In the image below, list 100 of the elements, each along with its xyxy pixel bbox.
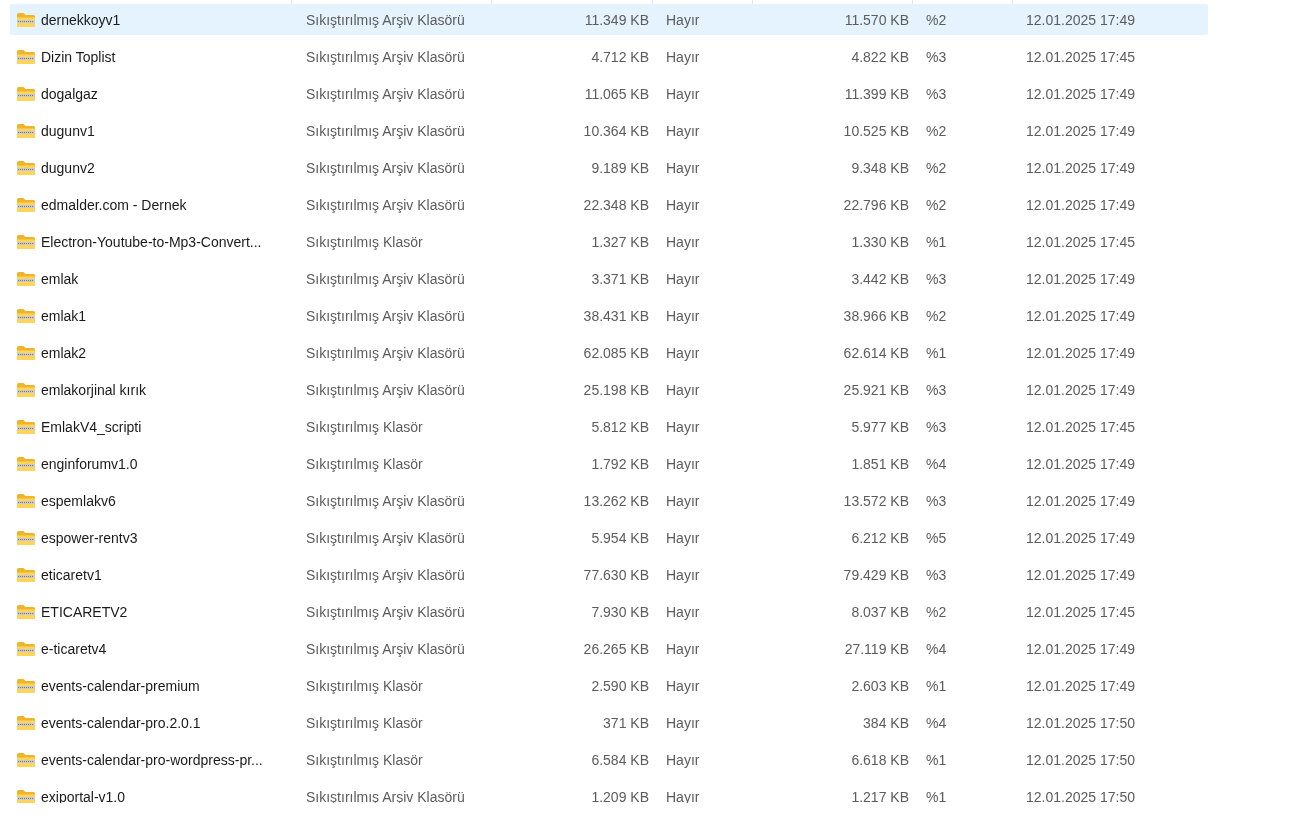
file-type: Sıkıştırılmış Arşiv Klasörü	[306, 270, 466, 287]
protected-status: Hayır	[666, 677, 701, 694]
file-row[interactable]: eticaretv1 Sıkıştırılmış Arşiv Klasörü 77.630 KB Hayır 79.429 KB %3 12.01.2025 17:49	[10, 559, 1208, 590]
file-row[interactable]: Dizin Toplist Sıkıştırılmış Arşiv Klasörü 4.712 KB Hayır 4.822 KB %3 12.01.2025 17:45	[10, 41, 1208, 72]
protected-status: Hayır	[666, 11, 701, 28]
modified-date: 12.01.2025 17:50	[1026, 751, 1135, 768]
protected-status: Hayır	[666, 270, 701, 287]
modified-date: 12.01.2025 17:45	[1026, 48, 1135, 65]
file-row[interactable]: edmalder.com - Dernek Sıkıştırılmış Arşiv Klasörü 22.348 KB Hayır 22.796 KB %2 12.01.2025 17:49	[10, 189, 1208, 220]
zip-folder-icon	[16, 344, 36, 361]
modified-date: 12.01.2025 17:49	[1026, 566, 1135, 583]
file-row[interactable]: emlak2 Sıkıştırılmış Arşiv Klasörü 62.085 KB Hayır 62.614 KB %1 12.01.2025 17:49	[10, 337, 1208, 368]
file-size: 8.037 KB	[850, 603, 909, 620]
zip-folder-icon	[16, 270, 36, 287]
file-row[interactable]: dugunv2 Sıkıştırılmış Arşiv Klasörü 9.189 KB Hayır 9.348 KB %2 12.01.2025 17:49	[10, 152, 1208, 183]
file-size: 4.822 KB	[850, 48, 909, 65]
modified-date: 12.01.2025 17:49	[1026, 529, 1135, 546]
packed-size: 5.812 KB	[590, 418, 649, 435]
modified-date: 12.01.2025 17:49	[1026, 381, 1135, 398]
compression-ratio: %3	[926, 85, 948, 102]
file-name: emlak1	[41, 307, 87, 324]
modified-date: 12.01.2025 17:49	[1026, 344, 1135, 361]
protected-status: Hayır	[666, 603, 701, 620]
file-size: 27.119 KB	[843, 640, 909, 657]
file-row[interactable]: ETICARETV2 Sıkıştırılmış Arşiv Klasörü 7.930 KB Hayır 8.037 KB %2 12.01.2025 17:45	[10, 596, 1208, 627]
file-row[interactable]: emlak1 Sıkıştırılmış Arşiv Klasörü 38.431 KB Hayır 38.966 KB %2 12.01.2025 17:49	[10, 300, 1208, 331]
compression-ratio: %3	[926, 381, 948, 398]
protected-status: Hayır	[666, 640, 701, 657]
zip-folder-icon	[16, 492, 36, 509]
compression-ratio: %2	[926, 11, 948, 28]
zip-folder-icon	[16, 788, 36, 803]
modified-date: 12.01.2025 17:49	[1026, 122, 1135, 139]
compression-ratio: %1	[926, 344, 948, 361]
file-row[interactable]: emlakorjinal kırık Sıkıştırılmış Arşiv Klasörü 25.198 KB Hayır 25.921 KB %3 12.01.2025 17:49	[10, 374, 1208, 405]
file-row[interactable]: emlak Sıkıştırılmış Arşiv Klasörü 3.371 KB Hayır 3.442 KB %3 12.01.2025 17:49	[10, 263, 1208, 294]
compression-ratio: %3	[926, 566, 948, 583]
file-size: 384 KB	[862, 714, 909, 731]
file-name: emlakorjinal kırık	[41, 381, 147, 398]
file-name: EmlakV4_scripti	[41, 418, 142, 435]
compression-ratio: %3	[926, 418, 948, 435]
file-type: Sıkıştırılmış Arşiv Klasörü	[306, 529, 466, 546]
zip-folder-icon	[16, 566, 36, 583]
file-row[interactable]: enginforumv1.0 Sıkıştırılmış Klasör 1.792 KB Hayır 1.851 KB %4 12.01.2025 17:49	[10, 448, 1208, 479]
file-name: e-ticaretv4	[41, 640, 107, 657]
zip-folder-icon	[16, 455, 36, 472]
file-row[interactable]: espower-rentv3 Sıkıştırılmış Arşiv Klasörü 5.954 KB Hayır 6.212 KB %5 12.01.2025 17:49	[10, 522, 1208, 553]
protected-status: Hayır	[666, 529, 701, 546]
file-row[interactable]: dernekkoyv1 Sıkıştırılmış Arşiv Klasörü 11.349 KB Hayır 11.570 KB %2 12.01.2025 17:49	[10, 4, 1208, 35]
file-row[interactable]: events-calendar-pro-wordpress-pr... Sıkıştırılmış Klasör 6.584 KB Hayır 6.618 KB %1 12.01.2025 17:50	[10, 744, 1208, 775]
file-name: events-calendar-pro.2.0.1	[41, 714, 201, 731]
packed-size: 9.189 KB	[590, 159, 649, 176]
zip-folder-icon	[16, 85, 36, 102]
zip-folder-icon	[16, 122, 36, 139]
file-size: 25.921 KB	[842, 381, 909, 398]
protected-status: Hayır	[666, 159, 701, 176]
modified-date: 12.01.2025 17:45	[1026, 418, 1135, 435]
file-row[interactable]: dugunv1 Sıkıştırılmış Arşiv Klasörü 10.364 KB Hayır 10.525 KB %2 12.01.2025 17:49	[10, 115, 1208, 146]
file-name: dernekkoyv1	[41, 11, 121, 28]
file-name: emlak	[41, 270, 79, 287]
file-type: Sıkıştırılmış Arşiv Klasörü	[306, 566, 466, 583]
packed-size: 11.349 KB	[583, 11, 649, 28]
zip-folder-icon	[16, 307, 36, 324]
file-size: 1.330 KB	[850, 233, 909, 250]
packed-size: 10.364 KB	[582, 122, 649, 139]
file-row[interactable]: Electron-Youtube-to-Mp3-Convert... Sıkıştırılmış Klasör 1.327 KB Hayır 1.330 KB %1 12.01.2025 17:45	[10, 226, 1208, 257]
file-name: ETICARETV2	[41, 603, 128, 620]
modified-date: 12.01.2025 17:49	[1026, 196, 1135, 213]
file-name: enginforumv1.0	[41, 455, 138, 472]
modified-date: 12.01.2025 17:49	[1026, 307, 1135, 324]
file-row[interactable]: EmlakV4_scripti Sıkıştırılmış Klasör 5.812 KB Hayır 5.977 KB %3 12.01.2025 17:45	[10, 411, 1208, 442]
file-row[interactable]: e-ticaretv4 Sıkıştırılmış Arşiv Klasörü 26.265 KB Hayır 27.119 KB %4 12.01.2025 17:49	[10, 633, 1208, 664]
zip-folder-icon	[16, 677, 36, 694]
file-size: 3.442 KB	[850, 270, 909, 287]
compression-ratio: %2	[926, 307, 948, 324]
file-type: Sıkıştırılmış Arşiv Klasörü	[306, 603, 466, 620]
file-size: 2.603 KB	[850, 677, 909, 694]
file-row[interactable]: espemlakv6 Sıkıştırılmış Arşiv Klasörü 13.262 KB Hayır 13.572 KB %3 12.01.2025 17:49	[10, 485, 1208, 516]
packed-size: 1.327 KB	[590, 233, 649, 250]
modified-date: 12.01.2025 17:49	[1026, 159, 1135, 176]
file-type: Sıkıştırılmış Arşiv Klasörü	[306, 159, 466, 176]
file-name: Dizin Toplist	[41, 48, 116, 65]
compression-ratio: %3	[926, 48, 948, 65]
file-type: Sıkıştırılmış Arşiv Klasörü	[306, 492, 466, 509]
file-row[interactable]: events-calendar-pro.2.0.1 Sıkıştırılmış Klasör 371 KB Hayır 384 KB %4 12.01.2025 17:50	[10, 707, 1208, 738]
protected-status: Hayır	[666, 122, 701, 139]
zip-folder-icon	[16, 381, 36, 398]
file-row[interactable]: events-calendar-premium Sıkıştırılmış Klasör 2.590 KB Hayır 2.603 KB %1 12.01.2025 17:49	[10, 670, 1208, 701]
file-size: 6.618 KB	[850, 751, 909, 768]
zip-folder-icon	[16, 751, 36, 768]
file-row[interactable]: dogalgaz Sıkıştırılmış Arşiv Klasörü 11.065 KB Hayır 11.399 KB %3 12.01.2025 17:49	[10, 78, 1208, 109]
zip-folder-icon	[16, 159, 36, 176]
file-type: Sıkıştırılmış Klasör	[306, 751, 424, 768]
file-size: 11.399 KB	[843, 85, 909, 102]
file-name: Electron-Youtube-to-Mp3-Convert...	[41, 233, 262, 250]
packed-size: 1.792 KB	[590, 455, 649, 472]
protected-status: Hayır	[666, 85, 701, 102]
zip-folder-icon	[16, 640, 36, 657]
file-name: eticaretv1	[41, 566, 102, 583]
file-type: Sıkıştırılmış Arşiv Klasörü	[306, 307, 466, 324]
modified-date: 12.01.2025 17:49	[1026, 85, 1135, 102]
